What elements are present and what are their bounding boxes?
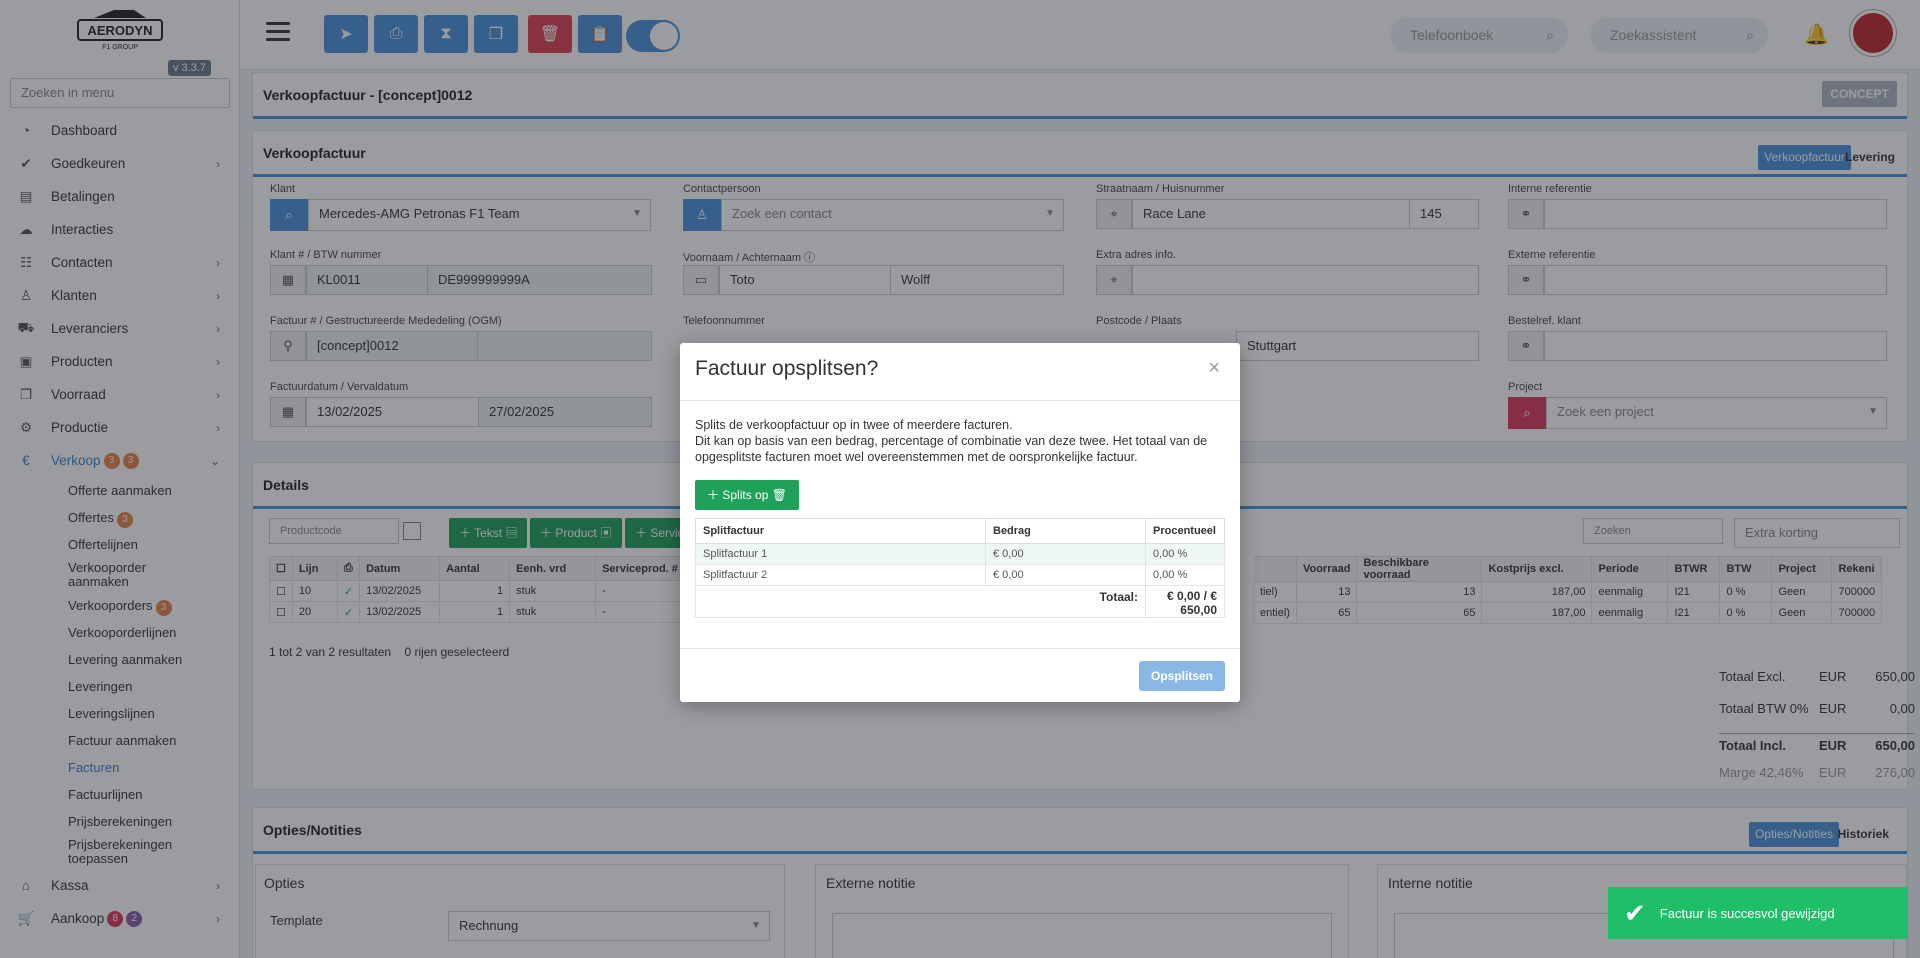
total-label: Totaal:: [695, 585, 1146, 618]
modal-description: Splits de verkoopfactuur op in twee of m…: [695, 417, 1225, 465]
close-icon[interactable]: ×: [1208, 357, 1220, 380]
toast-message: Factuur is succesvol gewijzigd: [1659, 905, 1835, 921]
split-table: Splitfactuur Bedrag Procentueel Splitfac…: [695, 518, 1225, 618]
modal-divider: [680, 648, 1240, 649]
col-procentueel: Procentueel: [1145, 518, 1225, 544]
col-splitfactuur: Splitfactuur: [695, 518, 986, 544]
col-bedrag: Bedrag: [985, 518, 1146, 544]
modal-line-2: Dit kan op basis van een bedrag, percent…: [695, 434, 1208, 464]
split-name: Splitfactuur 2: [695, 564, 986, 586]
total-value: € 0,00 / € 650,00: [1145, 585, 1225, 618]
split-percent[interactable]: 0,00 %: [1145, 543, 1225, 565]
checkmark-icon: ✔: [1624, 897, 1646, 928]
split-invoice-modal: Factuur opsplitsen? × Splits de verkoopf…: [680, 343, 1240, 702]
split-row[interactable]: Splitfactuur 2 € 0,00 0,00 %: [695, 564, 1225, 586]
split-total-row: Totaal: € 0,00 / € 650,00: [695, 585, 1225, 618]
split-button[interactable]: ＋ Splits op 🗑: [695, 480, 799, 510]
split-button-label: Splits op: [722, 488, 769, 502]
split-row[interactable]: Splitfactuur 1 € 0,00 0,00 %: [695, 543, 1225, 565]
split-percent[interactable]: 0,00 %: [1145, 564, 1225, 586]
opsplitsen-button[interactable]: Opsplitsen: [1138, 661, 1225, 691]
modal-divider: [680, 400, 1240, 401]
modal-line-1: Splits de verkoopfactuur op in twee of m…: [695, 418, 1013, 432]
success-toast[interactable]: ✔ Factuur is succesvol gewijzigd: [1608, 887, 1908, 939]
split-amount[interactable]: € 0,00: [985, 543, 1146, 565]
split-amount[interactable]: € 0,00: [985, 564, 1146, 586]
split-name: Splitfactuur 1: [695, 543, 986, 565]
modal-title: Factuur opsplitsen?: [695, 357, 879, 380]
